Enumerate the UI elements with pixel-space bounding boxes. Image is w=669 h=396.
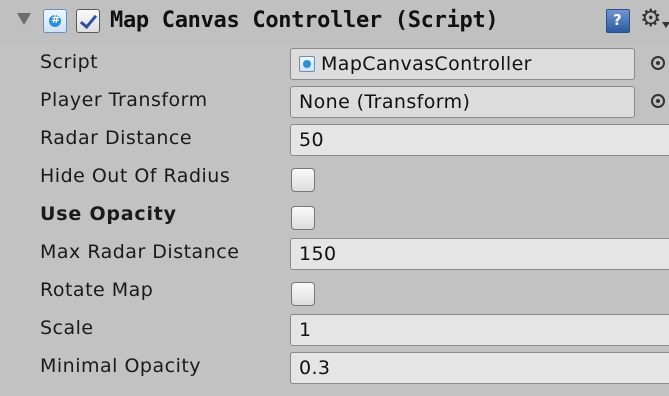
field-row-hide-out-of-radius: Hide Out Of Radius xyxy=(0,159,669,197)
field-label[interactable]: Radar Distance xyxy=(40,127,192,149)
csharp-script-icon xyxy=(43,9,67,33)
component-enabled-checkbox[interactable] xyxy=(76,9,100,33)
help-book-icon[interactable] xyxy=(606,9,630,33)
field-value: 0.3 xyxy=(299,357,331,379)
script-object-field[interactable]: MapCanvasController xyxy=(290,48,635,80)
component-header[interactable]: Map Canvas Controller (Script) ⚙ xyxy=(0,0,669,44)
radar-distance-input[interactable]: 50 xyxy=(290,124,669,156)
field-row-rotate-map: Rotate Map xyxy=(0,273,669,311)
field-label[interactable]: Max Radar Distance xyxy=(40,241,239,263)
field-value: 150 xyxy=(299,243,337,265)
field-value: 50 xyxy=(299,129,324,151)
csharp-script-icon xyxy=(299,56,315,72)
minimal-opacity-input[interactable]: 0.3 xyxy=(290,352,669,384)
field-value: None (Transform) xyxy=(299,91,471,113)
chevron-down-icon[interactable] xyxy=(662,22,669,28)
field-row-scale: Scale 1 xyxy=(0,311,669,349)
field-value: 1 xyxy=(299,319,312,341)
use-opacity-checkbox[interactable] xyxy=(291,206,315,230)
object-picker-icon[interactable] xyxy=(651,56,665,70)
field-label: Hide Out Of Radius xyxy=(40,165,231,187)
component-title: Map Canvas Controller (Script) xyxy=(110,8,499,33)
inspector-component-panel: Map Canvas Controller (Script) ⚙ Script … xyxy=(0,0,669,396)
object-picker-icon[interactable] xyxy=(651,94,665,108)
foldout-arrow-icon[interactable] xyxy=(17,13,31,25)
field-row-player-transform: Player Transform None (Transform) xyxy=(0,83,669,121)
field-label: Player Transform xyxy=(40,89,208,111)
field-row-script: Script MapCanvasController xyxy=(0,45,669,83)
field-value: MapCanvasController xyxy=(321,53,532,75)
field-label: Script xyxy=(40,51,99,73)
hide-out-of-radius-checkbox[interactable] xyxy=(291,168,315,192)
field-row-use-opacity: Use Opacity xyxy=(0,197,669,235)
field-label[interactable]: Minimal Opacity xyxy=(40,355,201,377)
scale-input[interactable]: 1 xyxy=(290,314,669,346)
field-label[interactable]: Scale xyxy=(40,317,94,339)
field-row-radar-distance: Radar Distance 50 xyxy=(0,121,669,159)
field-row-minimal-opacity: Minimal Opacity 0.3 xyxy=(0,349,669,387)
field-label: Rotate Map xyxy=(40,279,154,301)
field-label: Use Opacity xyxy=(40,203,177,225)
player-transform-object-field[interactable]: None (Transform) xyxy=(290,86,635,118)
rotate-map-checkbox[interactable] xyxy=(291,282,315,306)
gear-icon[interactable]: ⚙ xyxy=(640,4,662,32)
max-radar-distance-input[interactable]: 150 xyxy=(290,238,669,270)
field-row-max-radar-distance: Max Radar Distance 150 xyxy=(0,235,669,273)
